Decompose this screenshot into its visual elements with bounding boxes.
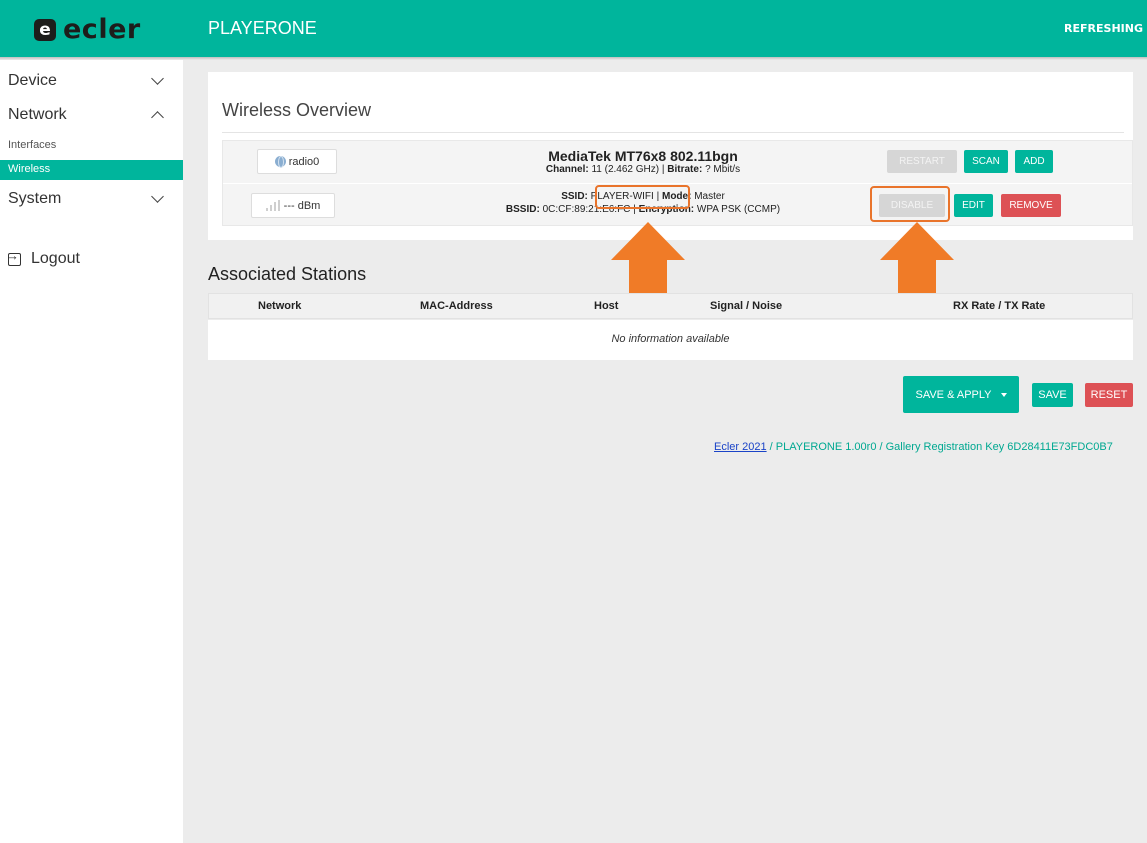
remove-button[interactable]: REMOVE (1001, 194, 1061, 217)
save-apply-label: SAVE & APPLY (915, 388, 992, 401)
encryption-value: WPA PSK (CCMP) (696, 204, 781, 215)
mode-value: Master (694, 191, 725, 202)
mode-highlight-box (595, 185, 690, 209)
edit-button[interactable]: EDIT (954, 194, 993, 217)
caret-down-icon (1000, 392, 1007, 397)
add-button[interactable]: ADD (1015, 150, 1053, 173)
channel-label: Channel: (545, 164, 589, 175)
restart-button[interactable]: RESTART (887, 150, 957, 173)
sidebar-item-network[interactable]: Network (8, 106, 168, 124)
logout-icon (6, 248, 21, 266)
refreshing-status[interactable]: REFRESHING (1064, 22, 1143, 35)
sidebar-item-label: Device (8, 72, 57, 89)
disable-highlight-box (870, 186, 950, 222)
row-divider (223, 183, 1132, 184)
sidebar-subitem-interfaces[interactable]: Interfaces (8, 139, 56, 151)
device-name: MediaTek MT76x8 802.11bgn (548, 148, 738, 164)
bssid-label: BSSID: (505, 204, 540, 215)
channel-info: Channel: 11 (2.462 GHz) | Bitrate: ? Mbi… (493, 164, 793, 175)
radio-badge: radio0 (257, 149, 337, 174)
sidebar-item-system[interactable]: System (8, 190, 168, 208)
column-header: MAC-Address (420, 300, 493, 312)
save-button[interactable]: SAVE (1032, 383, 1073, 407)
column-header: Signal / Noise (710, 300, 783, 312)
ecler-logo[interactable]: e ecler (34, 15, 141, 45)
column-header: Host (594, 300, 619, 312)
sidebar-subitem-label: Wireless (8, 163, 51, 175)
signal-icon (265, 200, 280, 211)
sidebar-item-label: System (8, 190, 62, 207)
save-apply-button[interactable]: SAVE & APPLY (903, 376, 1019, 413)
logout-button[interactable]: Logout (6, 248, 80, 268)
divider (222, 132, 1124, 133)
arrow-up-icon (880, 222, 954, 298)
chevron-down-icon (151, 190, 164, 203)
separator: | (661, 164, 665, 175)
wireless-device-table: radio0 MediaTek MT76x8 802.11bgn Channel… (222, 140, 1133, 226)
wireless-overview-card: Wireless Overview radio0 MediaTek MT76x8… (208, 72, 1133, 240)
sidebar-item-device[interactable]: Device (8, 72, 168, 90)
footer-version: / PLAYERONE 1.00r0 / Gallery Registratio… (766, 441, 1113, 453)
associated-stations-title: Associated Stations (208, 264, 367, 284)
scan-button[interactable]: SCAN (964, 150, 1008, 173)
ssid-label: SSID: (561, 191, 588, 202)
bitrate-value: ? Mbit/s (705, 164, 741, 175)
signal-label: --- dBm (283, 199, 321, 212)
channel-value: 11 (2.462 GHz) (591, 164, 660, 175)
radio-label: radio0 (288, 155, 320, 168)
top-header: e ecler PLAYERONE REFRESHING (0, 0, 1147, 57)
reset-button[interactable]: RESET (1085, 383, 1133, 407)
sidebar-subitem-wireless[interactable]: Wireless (0, 160, 183, 180)
app-title: PLAYERONE (208, 18, 317, 38)
empty-table-message: No information available (611, 333, 730, 345)
ecler-link[interactable]: Ecler 2021 (714, 441, 767, 453)
bitrate-label: Bitrate: (667, 164, 703, 175)
stations-table-body: No information available (208, 320, 1133, 360)
sidebar-item-label: Network (8, 106, 67, 123)
logout-label: Logout (31, 250, 80, 267)
arrow-up-icon (611, 222, 685, 297)
column-header: RX Rate / TX Rate (953, 300, 1046, 312)
globe-icon (274, 156, 286, 168)
chevron-up-icon (151, 110, 164, 124)
stations-table-header: Network MAC-Address Host Signal / Noise … (208, 293, 1133, 319)
signal-badge: --- dBm (251, 193, 335, 218)
column-header: Network (258, 300, 302, 312)
ecler-logo-text: ecler (63, 14, 141, 45)
ecler-logo-mark: e (34, 19, 56, 41)
footer-info: Ecler 2021 / PLAYERONE 1.00r0 / Gallery … (714, 441, 1113, 453)
sidebar: Device Network Interfaces Wireless Syste… (0, 60, 183, 843)
chevron-down-icon (151, 72, 164, 85)
wireless-overview-title: Wireless Overview (222, 100, 372, 120)
